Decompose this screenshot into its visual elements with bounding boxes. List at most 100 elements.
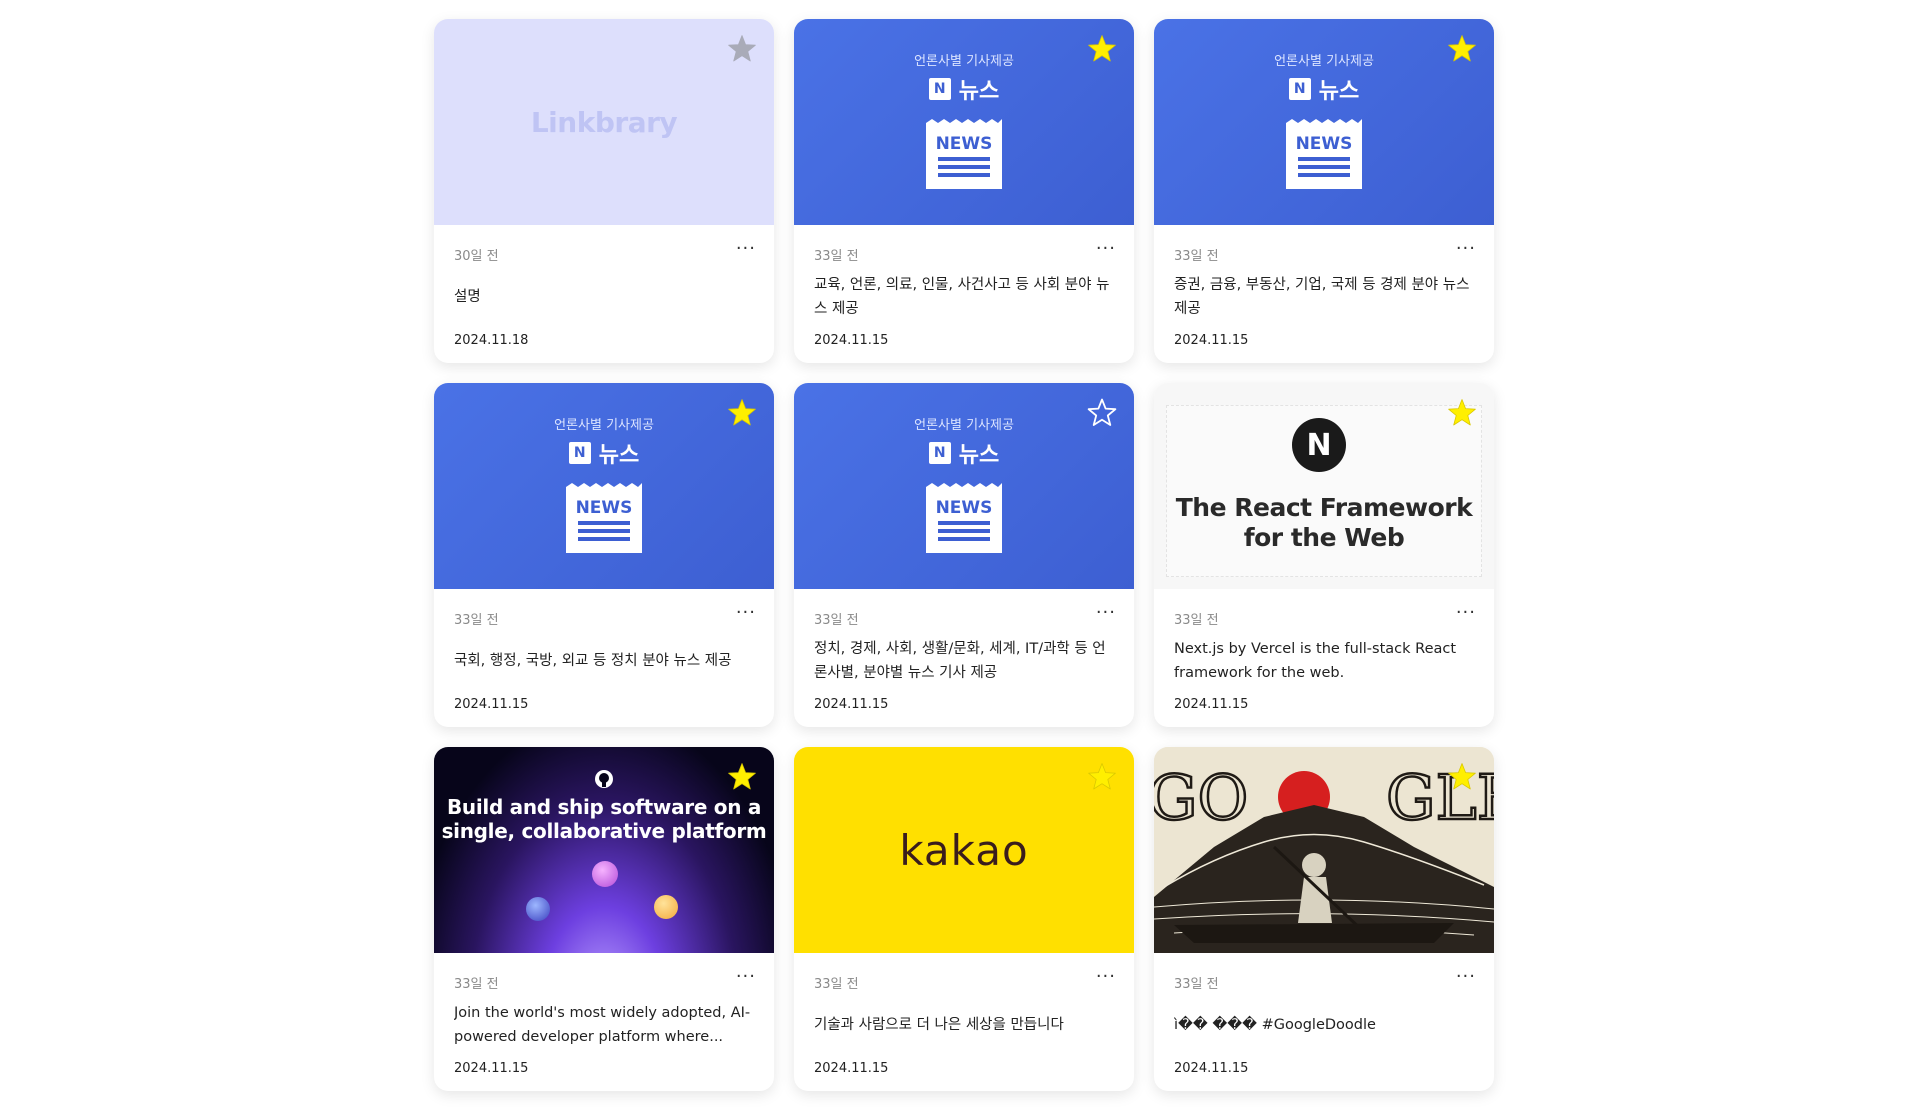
card-thumbnail[interactable]: 언론사별 기사제공 N 뉴스 NEWS xyxy=(794,19,1134,225)
naver-n-logo-icon: N xyxy=(928,442,951,464)
newspaper-icon: NEWS xyxy=(1286,119,1362,189)
naver-n-logo-icon: N xyxy=(1288,78,1311,100)
card-thumbnail[interactable]: 언론사별 기사제공 N 뉴스 NEWS xyxy=(1154,19,1494,225)
card-description: 교육, 언론, 의료, 인물, 사건사고 등 사회 분야 뉴스 제공 xyxy=(814,273,1114,321)
card-thumbnail[interactable]: kakao xyxy=(794,747,1134,953)
card-thumbnail[interactable]: Build and ship software on a single, col… xyxy=(434,747,774,953)
card-date: 2024.11.15 xyxy=(814,697,889,712)
card-description-text: 증권, 금융, 부동산, 기업, 국제 등 경제 분야 뉴스 제공 xyxy=(1174,277,1470,317)
mascot-duck xyxy=(654,895,678,919)
newspaper-icon: NEWS xyxy=(926,483,1002,553)
link-card[interactable]: 언론사별 기사제공 N 뉴스 NEWS 33일 전 ··· 증권, 금융, 부동… xyxy=(1154,19,1494,363)
card-thumbnail[interactable]: Linkbrary xyxy=(434,19,774,225)
naver-subtitle: 언론사별 기사제공 xyxy=(1274,54,1374,69)
link-card[interactable]: Build and ship software on a single, col… xyxy=(434,747,774,1091)
kebab-menu-icon[interactable]: ··· xyxy=(1096,603,1116,623)
card-age: 33일 전 xyxy=(454,613,499,628)
card-thumbnail[interactable]: N The React Framework for the Web xyxy=(1154,383,1494,589)
naver-brand-text: 뉴스 xyxy=(958,443,1000,468)
card-date: 2024.11.18 xyxy=(454,333,529,348)
kebab-menu-icon[interactable]: ··· xyxy=(1096,967,1116,987)
star-icon[interactable] xyxy=(726,761,758,793)
card-date: 2024.11.15 xyxy=(454,697,529,712)
card-meta: 33일 전 ··· 기술과 사람으로 더 나은 세상을 만듭니다 2024.11… xyxy=(794,953,1134,1091)
card-description: 국회, 행정, 국방, 외교 등 정치 분야 뉴스 제공 xyxy=(454,637,754,685)
kebab-menu-icon[interactable]: ··· xyxy=(736,603,756,623)
mascot-blue xyxy=(526,897,550,921)
naver-brand-text: 뉴스 xyxy=(1318,79,1360,104)
link-card[interactable]: kakao 33일 전 ··· 기술과 사람으로 더 나은 세상을 만듭니다 2… xyxy=(794,747,1134,1091)
card-description: Next.js by Vercel is the full-stack Reac… xyxy=(1174,637,1474,685)
newspaper-label: NEWS xyxy=(1296,134,1353,154)
github-icon xyxy=(595,770,613,788)
newspaper-label: NEWS xyxy=(576,498,633,518)
card-meta: 33일 전 ··· 정치, 경제, 사회, 생활/문화, 세계, IT/과학 등… xyxy=(794,589,1134,727)
card-date: 2024.11.15 xyxy=(814,333,889,348)
card-meta: 33일 전 ··· 증권, 금융, 부동산, 기업, 국제 등 경제 분야 뉴스… xyxy=(1154,225,1494,363)
star-icon[interactable] xyxy=(1446,761,1478,793)
card-age: 33일 전 xyxy=(454,977,499,992)
nextjs-headline: The React Framework for the Web xyxy=(1175,493,1473,552)
card-description-text: Join the world's most widely adopted, AI… xyxy=(454,1005,751,1045)
card-description: 기술과 사람으로 더 나은 세상을 만듭니다 xyxy=(814,1001,1114,1049)
star-icon[interactable] xyxy=(1086,761,1118,793)
card-age: 30일 전 xyxy=(454,249,499,264)
card-age: 33일 전 xyxy=(814,249,859,264)
card-age: 33일 전 xyxy=(814,613,859,628)
card-description: Join the world's most widely adopted, AI… xyxy=(454,1001,754,1049)
link-card[interactable]: N The React Framework for the Web 33일 전 … xyxy=(1154,383,1494,727)
card-date: 2024.11.15 xyxy=(454,1061,529,1076)
kebab-menu-icon[interactable]: ··· xyxy=(1456,239,1476,259)
link-card[interactable]: 언론사별 기사제공 N 뉴스 NEWS 33일 전 ··· 국회, 행정, 국방… xyxy=(434,383,774,727)
link-card[interactable]: 언론사별 기사제공 N 뉴스 NEWS 33일 전 ··· 정치, 경제, 사회… xyxy=(794,383,1134,727)
card-description: 설명 xyxy=(454,273,754,321)
star-icon[interactable] xyxy=(726,397,758,429)
naver-subtitle: 언론사별 기사제공 xyxy=(554,418,654,433)
kebab-menu-icon[interactable]: ··· xyxy=(1456,603,1476,623)
star-icon[interactable] xyxy=(1086,33,1118,65)
star-icon[interactable] xyxy=(1446,33,1478,65)
naver-subtitle: 언론사별 기사제공 xyxy=(914,418,1014,433)
naver-n-logo-icon: N xyxy=(928,78,951,100)
card-age: 33일 전 xyxy=(1174,249,1219,264)
naver-brand-text: 뉴스 xyxy=(958,79,1000,104)
card-meta: 30일 전 ··· 설명 2024.11.18 xyxy=(434,225,774,363)
card-description: 정치, 경제, 사회, 생활/문화, 세계, IT/과학 등 언론사별, 분야별… xyxy=(814,637,1114,685)
newspaper-label: NEWS xyxy=(936,134,993,154)
kebab-menu-icon[interactable]: ··· xyxy=(736,967,756,987)
card-thumbnail[interactable]: 언론사별 기사제공 N 뉴스 NEWS xyxy=(794,383,1134,589)
star-icon[interactable] xyxy=(726,33,758,65)
mascot-purple xyxy=(592,861,618,887)
card-description-text: 교육, 언론, 의료, 인물, 사건사고 등 사회 분야 뉴스 제공 xyxy=(814,277,1110,317)
newspaper-icon: NEWS xyxy=(926,119,1002,189)
card-date: 2024.11.15 xyxy=(1174,1061,1249,1076)
card-meta: 33일 전 ··· ì�� ��� #GoogleDoodle 2024.11.… xyxy=(1154,953,1494,1091)
github-headline: Build and ship software on a single, col… xyxy=(441,795,767,843)
card-meta: 33일 전 ··· Next.js by Vercel is the full-… xyxy=(1154,589,1494,727)
kebab-menu-icon[interactable]: ··· xyxy=(736,239,756,259)
naver-brand: N 뉴스 xyxy=(794,73,1134,105)
card-thumbnail[interactable]: 언론사별 기사제공 N 뉴스 NEWS xyxy=(434,383,774,589)
card-thumbnail[interactable]: GO GLE xyxy=(1154,747,1494,953)
naver-brand: N 뉴스 xyxy=(1154,73,1494,105)
kebab-menu-icon[interactable]: ··· xyxy=(1096,239,1116,259)
card-date: 2024.11.15 xyxy=(814,1061,889,1076)
naver-n-logo-icon: N xyxy=(568,442,591,464)
naver-brand: N 뉴스 xyxy=(434,437,774,469)
link-card[interactable]: 언론사별 기사제공 N 뉴스 NEWS 33일 전 ··· 교육, 언론, 의료… xyxy=(794,19,1134,363)
link-card-grid: Linkbrary 30일 전 ··· 설명 2024.11.18 언론사별 기… xyxy=(434,19,1494,1091)
newspaper-icon: NEWS xyxy=(566,483,642,553)
card-meta: 33일 전 ··· Join the world's most widely a… xyxy=(434,953,774,1091)
linkbrary-logo: Linkbrary xyxy=(530,105,678,139)
kebab-menu-icon[interactable]: ··· xyxy=(1456,967,1476,987)
card-description-text: 설명 xyxy=(454,289,481,305)
link-card[interactable]: Linkbrary 30일 전 ··· 설명 2024.11.18 xyxy=(434,19,774,363)
naver-brand: N 뉴스 xyxy=(794,437,1134,469)
star-icon[interactable] xyxy=(1446,397,1478,429)
card-description-text: 정치, 경제, 사회, 생활/문화, 세계, IT/과학 등 언론사별, 분야별… xyxy=(814,641,1106,681)
card-age: 33일 전 xyxy=(1174,977,1219,992)
nextjs-logo-icon: N xyxy=(1292,418,1346,472)
star-icon[interactable] xyxy=(1086,397,1118,429)
card-description-text: 국회, 행정, 국방, 외교 등 정치 분야 뉴스 제공 xyxy=(454,653,732,669)
link-card[interactable]: GO GLE 33일 전 ··· ì�� ��� #GoogleDood xyxy=(1154,747,1494,1091)
